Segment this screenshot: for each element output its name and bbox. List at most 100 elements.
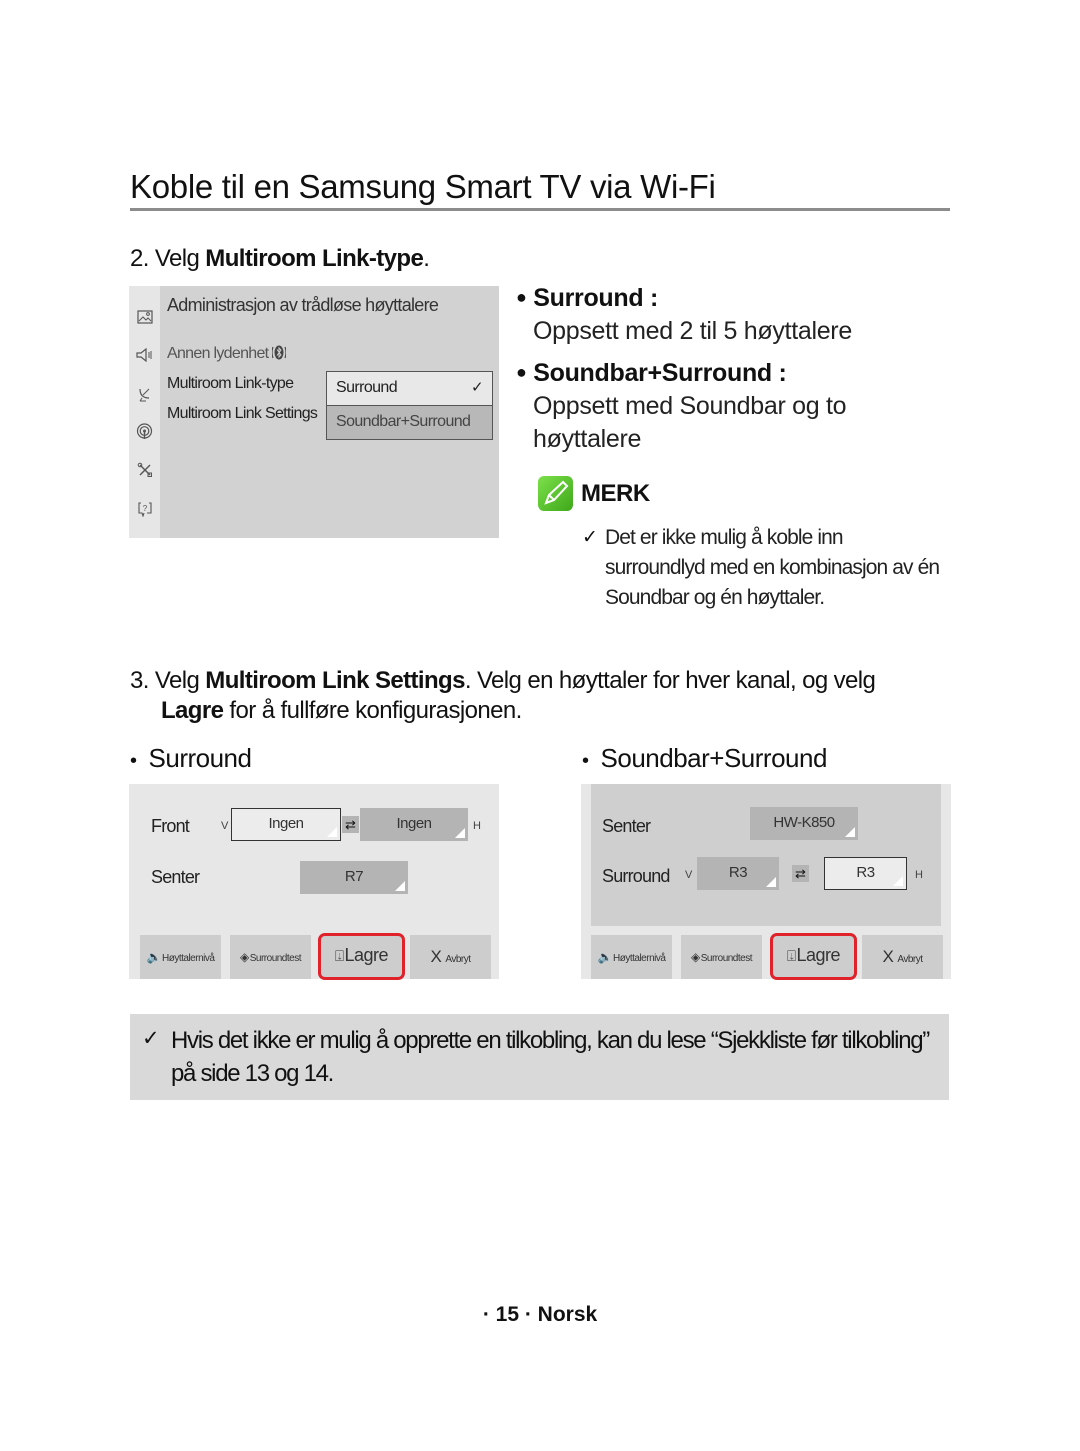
subsection-surround: • Surround	[130, 743, 252, 774]
button-label: Avbryt	[445, 954, 471, 965]
step-text: for å fullføre konfigurasjonen.	[223, 697, 522, 724]
step-bold: Multiroom Link Settings	[205, 667, 465, 694]
bullet-body: høyttalere	[533, 425, 642, 453]
link-type-dropdown[interactable]: Surround ✓ Soundbar+Surround	[326, 371, 493, 440]
bullet-head: Surround :	[533, 284, 658, 312]
soundbar-surround-settings-panel: Senter HW-K850 Surround V R3 ⇄ R3 H 🔈Høy…	[581, 784, 951, 980]
bullet-body: Oppsett med Soundbar og to	[533, 392, 847, 420]
title-divider	[130, 208, 950, 211]
menu-item-multiroom-link-type[interactable]: Multiroom Link-type	[167, 375, 294, 393]
step-text: Velg	[154, 667, 200, 694]
tv-settings-screenshot: ? Administrasjon av trådløse høyttalere …	[129, 286, 499, 538]
step-2: 2. Velg Multiroom Link-type.	[130, 245, 430, 273]
page-title: Koble til en Samsung Smart TV via Wi-Fi	[130, 168, 716, 205]
front-left-select[interactable]: Ingen	[231, 808, 341, 841]
bullet-dot: ●	[516, 362, 527, 382]
note-text: Hvis det ikke er mulig å opprette en til…	[171, 1027, 930, 1087]
network-icon[interactable]	[136, 423, 153, 440]
bullet-soundbar-surround: ● Soundbar+Surround :	[516, 359, 787, 388]
subsection-title: Surround	[148, 743, 252, 773]
select-value: R3	[856, 864, 875, 881]
dropdown-corner-icon	[893, 876, 903, 886]
button-label: Høyttalernivå	[162, 953, 215, 964]
select-value: R7	[344, 868, 364, 885]
button-label: Høyttalernivå	[613, 953, 666, 964]
bullet-dot: •	[582, 750, 589, 772]
step-text: Velg	[154, 245, 200, 272]
panel-inner	[591, 784, 941, 926]
right-channel-tag: H	[915, 869, 923, 881]
surround-right-select[interactable]: R3	[824, 857, 907, 890]
step-suffix: .	[423, 245, 430, 272]
button-label: Surroundtest	[249, 953, 302, 964]
picture-icon[interactable]	[136, 310, 153, 327]
select-value: HW-K850	[773, 814, 835, 831]
step-bold: Lagre	[161, 697, 224, 724]
bullet-surround: ● Surround :	[516, 284, 658, 313]
center-select[interactable]: HW-K850	[750, 807, 858, 840]
note-pencil-icon	[538, 476, 573, 511]
note-label: MERK	[581, 480, 650, 507]
surround-test-button[interactable]: ◈Surroundtest	[681, 935, 762, 979]
step-3-continuation: Lagre for å fullføre konfigurasjonen.	[161, 697, 522, 725]
speaker-level-button[interactable]: 🔈Høyttalernivå	[140, 935, 221, 979]
row-label-front: Front	[151, 816, 190, 836]
step-number: 3.	[130, 667, 149, 694]
step-bold: Multiroom Link-type	[205, 245, 424, 272]
button-label: Surroundtest	[700, 953, 753, 964]
button-label: Avbryt	[897, 954, 923, 965]
swap-icon[interactable]: ⇄	[792, 865, 809, 882]
diamond-icon: ◈	[691, 950, 700, 964]
save-button[interactable]: ⍗Lagre	[318, 933, 405, 980]
close-icon: X	[882, 947, 894, 966]
diamond-icon: ◈	[240, 950, 249, 964]
step-3: 3. Velg Multiroom Link Settings. Velg en…	[130, 664, 930, 697]
step-text: . Velg en høyttaler for hver kanal, og v…	[464, 667, 876, 694]
cancel-button[interactable]: X Avbryt	[410, 935, 491, 979]
dropdown-option-surround[interactable]: Surround ✓	[326, 371, 493, 406]
row-label-surround: Surround	[602, 866, 670, 886]
speaker-icon: 🔈	[597, 950, 613, 964]
dropdown-corner-icon	[327, 827, 337, 837]
save-icon: ⍗	[334, 948, 344, 965]
check-icon: ✓	[471, 379, 484, 396]
surround-left-select[interactable]: R3	[697, 857, 779, 890]
button-label: Lagre	[344, 945, 389, 965]
right-channel-tag: H	[473, 820, 481, 832]
bullet-dot: •	[130, 750, 137, 772]
button-label: Lagre	[796, 945, 841, 965]
row-label-center: Senter	[151, 867, 200, 887]
troubleshooting-note: ✓ Hvis det ikke er mulig å opprette en t…	[130, 1014, 949, 1100]
sound-icon[interactable]	[136, 347, 153, 365]
menu-item-multiroom-link-settings[interactable]: Multiroom Link Settings	[167, 405, 318, 423]
support-icon[interactable]: ?	[136, 501, 153, 518]
option-label: Soundbar+Surround	[336, 413, 471, 430]
close-icon: X	[430, 947, 442, 966]
save-button[interactable]: ⍗Lagre	[770, 933, 857, 980]
surround-settings-panel: Front V Ingen ⇄ Ingen H Senter R7 🔈Høytt…	[129, 784, 499, 980]
swap-icon[interactable]: ⇄	[342, 816, 359, 833]
menu-item-label: Annen lydenhet	[167, 345, 269, 362]
center-select[interactable]: R7	[300, 861, 408, 894]
tools-icon[interactable]	[136, 462, 153, 479]
step-number: 2.	[130, 245, 149, 272]
front-right-select[interactable]: Ingen	[360, 808, 468, 841]
dropdown-corner-icon	[766, 877, 776, 887]
select-value: Ingen	[396, 815, 432, 832]
bullet-dot: ●	[516, 287, 527, 307]
menu-header: Administrasjon av trådløse høyttalere	[167, 295, 439, 315]
option-label: Surround	[336, 379, 398, 396]
speaker-level-button[interactable]: 🔈Høyttalernivå	[591, 935, 672, 979]
dropdown-corner-icon	[845, 827, 855, 837]
dropdown-corner-icon	[455, 828, 465, 838]
save-icon: ⍗	[786, 948, 796, 965]
check-icon: ✓	[582, 527, 598, 548]
select-value: R3	[728, 864, 748, 881]
menu-item-other-audio-device[interactable]: Annen lydenhet	[167, 344, 287, 366]
cancel-button[interactable]: X Avbryt	[862, 935, 943, 979]
note-text: Det er ikke mulig å koble inn surroundly…	[605, 526, 940, 609]
dropdown-option-soundbar-surround[interactable]: Soundbar+Surround	[326, 406, 493, 440]
surround-test-button[interactable]: ◈Surroundtest	[230, 935, 311, 979]
bullet-body: Oppsett med 2 til 5 høyttalere	[533, 317, 852, 345]
broadcast-icon[interactable]	[136, 386, 153, 403]
